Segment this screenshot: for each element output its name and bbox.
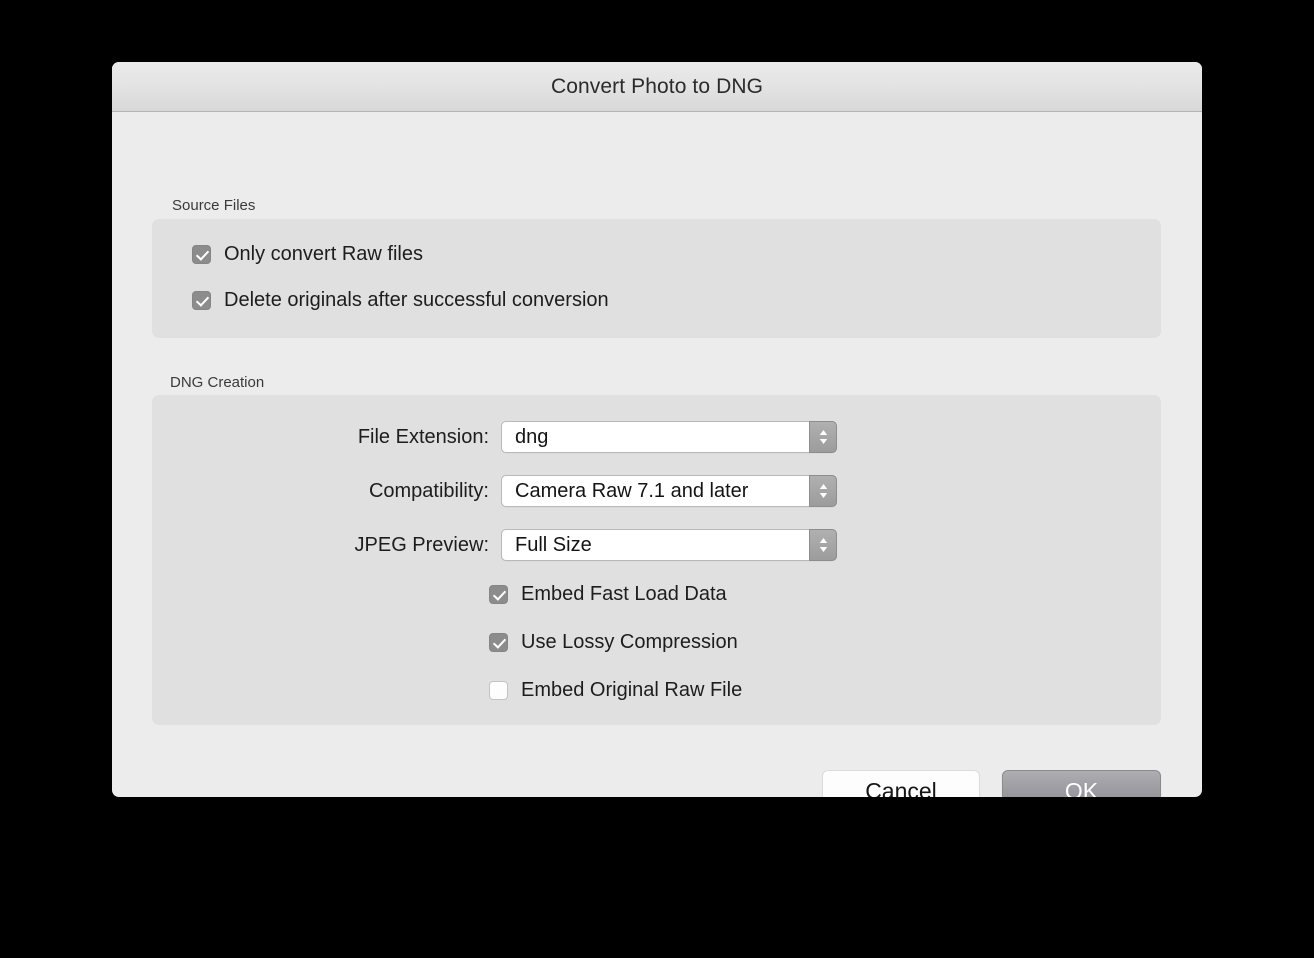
checkbox-label-delete-originals: Delete originals after successful conver… <box>224 289 609 312</box>
form-row-file-extension: File Extension: dng <box>304 421 837 453</box>
source-files-group-label: Source Files <box>172 197 255 214</box>
label-jpeg-preview: JPEG Preview: <box>304 534 489 557</box>
checkbox-row-only-convert-raw-files[interactable]: Only convert Raw files <box>192 243 423 265</box>
form-row-jpeg-preview: JPEG Preview: Full Size <box>304 529 837 561</box>
checkmark-icon-delete-originals[interactable] <box>192 291 211 310</box>
dialog-titlebar: Convert Photo to DNG <box>112 62 1202 112</box>
checkmark-icon-only-convert-raw-files[interactable] <box>192 245 211 264</box>
select-file-extension[interactable]: dng <box>501 421 837 453</box>
ok-button[interactable]: OK <box>1002 770 1161 797</box>
checkbox-row-use-lossy-compression[interactable]: Use Lossy Compression <box>489 631 738 653</box>
chevron-up-down-icon-file-extension[interactable] <box>809 421 837 453</box>
form-row-compatibility: Compatibility: Camera Raw 7.1 and later <box>304 475 837 507</box>
chevron-up-down-icon-jpeg-preview[interactable] <box>809 529 837 561</box>
select-value-jpeg-preview: Full Size <box>502 534 592 557</box>
label-compatibility: Compatibility: <box>304 480 489 503</box>
checkbox-icon-embed-original-raw-file[interactable] <box>489 681 508 700</box>
cancel-button[interactable]: Cancel <box>822 770 980 797</box>
dialog-body: Source Files Only convert Raw files Dele… <box>112 112 1202 797</box>
checkbox-row-delete-originals[interactable]: Delete originals after successful conver… <box>192 289 609 311</box>
select-value-file-extension: dng <box>502 426 548 449</box>
dialog-title: Convert Photo to DNG <box>551 75 763 99</box>
checkbox-row-embed-fast-load-data[interactable]: Embed Fast Load Data <box>489 583 727 605</box>
source-files-group-box <box>152 219 1161 338</box>
dng-creation-group-label: DNG Creation <box>170 374 264 391</box>
checkmark-icon-embed-fast-load-data[interactable] <box>489 585 508 604</box>
checkmark-icon-use-lossy-compression[interactable] <box>489 633 508 652</box>
select-value-compatibility: Camera Raw 7.1 and later <box>502 480 748 503</box>
chevron-up-down-icon-compatibility[interactable] <box>809 475 837 507</box>
checkbox-label-use-lossy-compression: Use Lossy Compression <box>521 631 738 654</box>
checkbox-label-embed-fast-load-data: Embed Fast Load Data <box>521 583 727 606</box>
select-jpeg-preview[interactable]: Full Size <box>501 529 837 561</box>
select-compatibility[interactable]: Camera Raw 7.1 and later <box>501 475 837 507</box>
checkbox-label-only-convert-raw-files: Only convert Raw files <box>224 243 423 266</box>
convert-photo-to-dng-dialog: Convert Photo to DNG Source Files Only c… <box>112 62 1202 797</box>
checkbox-row-embed-original-raw-file[interactable]: Embed Original Raw File <box>489 679 742 701</box>
label-file-extension: File Extension: <box>304 426 489 449</box>
checkbox-label-embed-original-raw-file: Embed Original Raw File <box>521 679 742 702</box>
